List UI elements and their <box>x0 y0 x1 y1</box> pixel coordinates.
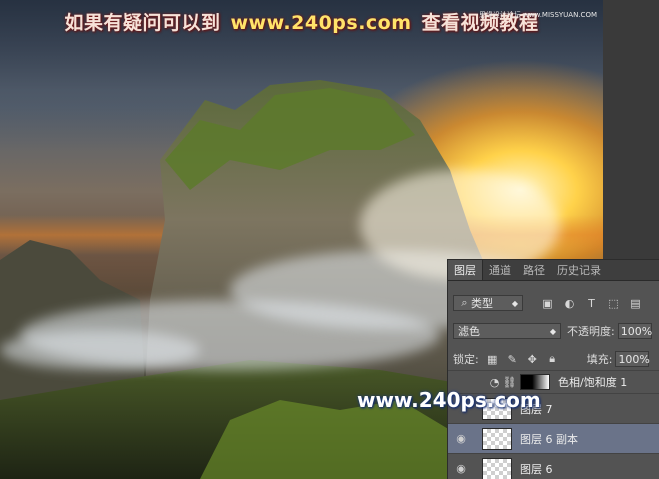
layer-thumbnail <box>482 427 512 450</box>
adjustment-layer-icon: ◔ <box>489 375 500 389</box>
fill-input[interactable]: 100% <box>615 351 650 367</box>
filter-kind-label: 类型 <box>471 297 493 310</box>
blend-mode-value: 滤色 <box>458 325 480 338</box>
banner-url[interactable]: www.240ps.com <box>230 12 411 34</box>
fog-layer-4 <box>0 330 200 370</box>
opacity-label: 不透明度: <box>567 325 615 338</box>
layers-panel: 图层 通道 路径 历史记录 ⌕ 类型 ◆ ▣ ◐ T ⬚ ▤ 滤色 ◆ 不透明度… <box>447 259 659 479</box>
forum-credit: 思缘设计论坛 www.MISSYUAN.COM <box>478 11 597 19</box>
watermark-text: www.240ps.com <box>357 388 541 412</box>
adjustment-filter-icon[interactable]: ◐ <box>563 297 576 310</box>
lock-transparent-pixels-icon[interactable]: ▦ <box>486 353 499 366</box>
lock-image-pixels-icon[interactable]: ✎ <box>506 353 519 366</box>
updown-arrow-icon: ◆ <box>511 298 518 308</box>
layer-name: 色相/饱和度 1 <box>558 376 628 389</box>
layer-thumbnail <box>482 457 512 479</box>
banner-prefix: 如果有疑问可以到 <box>64 12 221 34</box>
updown-arrow-icon: ◆ <box>549 326 556 336</box>
blend-mode-row: 滤色 ◆ 不透明度: 100% <box>448 323 659 339</box>
panel-tabs: 图层 通道 路径 历史记录 <box>448 260 659 281</box>
blend-mode-select[interactable]: 滤色 ◆ <box>453 323 561 339</box>
eye-icon[interactable]: ◉ <box>448 432 474 445</box>
photoshop-window: 如果有疑问可以到 www.240ps.com 查看视频教程 思缘设计论坛 www.M… <box>0 0 659 479</box>
shape-filter-icon[interactable]: ⬚ <box>607 297 620 310</box>
image-filter-icon[interactable]: ▣ <box>541 297 554 310</box>
filter-kind-select[interactable]: ⌕ 类型 ◆ <box>453 295 523 311</box>
opacity-input[interactable]: 100% <box>617 323 652 339</box>
lock-label: 锁定: <box>453 353 479 366</box>
tab-history[interactable]: 历史记录 <box>551 260 607 280</box>
fill-label: 填充: <box>586 353 613 366</box>
lock-row: 锁定: ▦ ✎ ✥ 🔒︎ 填充: 100% <box>448 351 659 367</box>
layer-name: 图层 6 副本 <box>520 432 578 446</box>
layer-row[interactable]: ◉ 图层 6 <box>448 453 659 479</box>
type-filter-icon[interactable]: T <box>585 297 598 310</box>
link-chain-icon[interactable]: ⛓ <box>503 376 517 389</box>
search-icon: ⌕ <box>461 296 468 309</box>
lock-position-icon[interactable]: ✥ <box>526 353 539 366</box>
tab-channels[interactable]: 通道 <box>483 260 517 280</box>
tab-layers[interactable]: 图层 <box>448 260 483 280</box>
layer-filter-row: ⌕ 类型 ◆ ▣ ◐ T ⬚ ▤ <box>448 295 659 311</box>
layer-name: 图层 6 <box>520 462 553 476</box>
lock-all-icon[interactable]: 🔒︎ <box>546 352 559 365</box>
layer-row-selected[interactable]: ◉ 图层 6 副本 <box>448 423 659 453</box>
smart-object-filter-icon[interactable]: ▤ <box>629 297 642 310</box>
eye-icon[interactable]: ◉ <box>448 462 474 475</box>
tab-paths[interactable]: 路径 <box>517 260 551 280</box>
